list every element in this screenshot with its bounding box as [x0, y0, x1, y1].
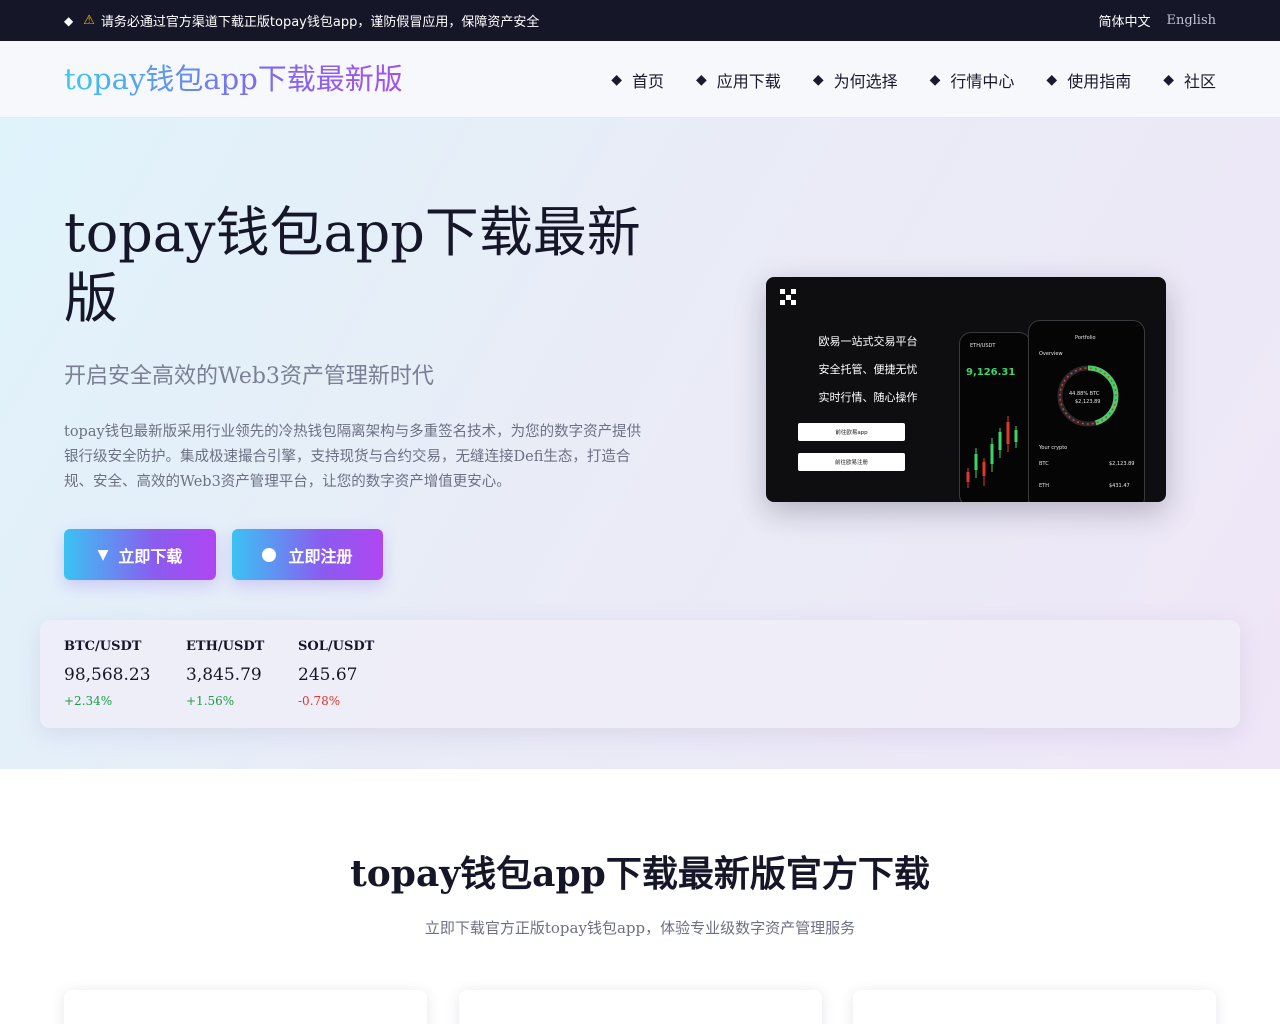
download-section-title: topay钱包app下载最新版官方下载 [350, 853, 930, 895]
crypto-row-coin: ETH [1039, 483, 1049, 489]
download-card[interactable] [853, 990, 1216, 1024]
phone-pair: ETH/USDT [970, 343, 996, 349]
ticker-item-eth[interactable]: ETH/USDT 3,845.79 +1.56% [186, 638, 264, 710]
phone-title: Portfolio [1075, 335, 1096, 341]
top-notice-bar: ◆ ⚠ 请务必通过官方渠道下载正版topay钱包app，谨防假冒应用，保障资产安… [0, 0, 1280, 41]
phone-mockup-portfolio: Portfolio Overview 44.88% BTC $2,123.89 … [1028, 320, 1145, 502]
diamond-icon: ◆ [696, 71, 707, 88]
ticker-pair: ETH/USDT [186, 639, 265, 654]
ticker-item-sol[interactable]: SOL/USDT 245.67 -0.78% [298, 638, 374, 710]
diamond-icon: ◆ [929, 71, 941, 88]
site-header: topay钱包app下载最新版 ◆ 首页 ◆ 应用下载 ◆ 为何选择 ◆ 行情中心 ◆ 使… [0, 41, 1280, 118]
ticker-change: +2.34% [64, 694, 113, 708]
your-crypto-label: Your crypto [1039, 445, 1068, 451]
register-button-label: 立即注册 [288, 546, 353, 566]
nav-label: 首页 [632, 71, 665, 91]
promo-register-button: 前往欧易注册 [798, 453, 905, 471]
hero-title: topay钱包app下载最新版 [64, 201, 641, 330]
nav-label: 社区 [1183, 71, 1216, 91]
circle-icon [262, 547, 277, 562]
register-button[interactable]: 立即注册 [232, 529, 383, 580]
market-ticker: BTC/USDT 98,568.23 +2.34% ETH/USDT 3,845… [40, 620, 1240, 728]
nav-label: 行情中心 [950, 71, 1015, 91]
ticker-change: +1.56% [186, 694, 235, 708]
app-promo-image: 欧易一站式交易平台 安全托管、便捷无忧 实时行情、随心操作 前往欧易app 前往… [766, 277, 1166, 502]
download-card[interactable] [64, 990, 427, 1024]
hero-description: topay钱包最新版采用行业领先的冷热钱包隔离架构与多重签名技术，为您的数字资产… [64, 424, 642, 490]
nav-label: 为何选择 [833, 71, 898, 91]
diamond-icon: ◆ [812, 71, 824, 88]
phone-price: 9,126.31 [966, 367, 1016, 378]
ticker-pair: SOL/USDT [298, 639, 375, 654]
nav-item-home[interactable]: ◆ 首页 [611, 68, 664, 92]
nav-item-guide[interactable]: ◆ 使用指南 [1046, 68, 1131, 92]
nav-label: 使用指南 [1067, 71, 1132, 91]
site-logo[interactable]: topay钱包app下载最新版 [64, 59, 403, 99]
promo-line: 实时行情、随心操作 [818, 391, 918, 404]
diamond-icon: ◆ [64, 13, 74, 28]
notice-text: 请务必通过官方渠道下载正版topay钱包app，谨防假冒应用，保障资产安全 [100, 15, 540, 30]
promo-line: 安全托管、便捷无忧 [818, 363, 918, 376]
crypto-row-value: $2,123.89 [1109, 461, 1135, 467]
diamond-icon: ◆ [1046, 71, 1058, 88]
crypto-row-value: $431.47 [1109, 483, 1130, 489]
portfolio-ring-value: $2,123.89 [1075, 399, 1101, 405]
ticker-pair: BTC/USDT [64, 639, 142, 654]
promo-app-button: 前往欧易app [798, 423, 905, 441]
security-notice: ◆ ⚠ 请务必通过官方渠道下载正版topay钱包app，谨防假冒应用，保障资产安… [64, 0, 539, 41]
language-switcher: 简体中文 English [1082, 0, 1216, 41]
ticker-price: 3,845.79 [186, 665, 262, 685]
diamond-icon: ◆ [611, 71, 622, 88]
lang-en-link[interactable]: English [1166, 13, 1216, 28]
hero-subtitle: 开启安全高效的Web3资产管理新时代 [64, 364, 434, 389]
ticker-price: 98,568.23 [64, 665, 151, 685]
download-icon: ▼ [97, 546, 109, 563]
okx-logo-icon [780, 289, 796, 305]
candlestick-chart-graphic [966, 416, 1018, 488]
main-nav: ◆ 首页 ◆ 应用下载 ◆ 为何选择 ◆ 行情中心 ◆ 使用指南 ◆ 社区 [579, 41, 1216, 118]
download-section-subtitle: 立即下载官方正版topay钱包app，体验专业级数字资产管理服务 [424, 919, 856, 937]
promo-line: 欧易一站式交易平台 [818, 335, 918, 348]
promo-text: 欧易一站式交易平台 安全托管、便捷无忧 实时行情、随心操作 [798, 333, 938, 417]
nav-item-download[interactable]: ◆ 应用下载 [696, 68, 781, 92]
warning-icon: ⚠ [83, 13, 95, 28]
nav-item-market[interactable]: ◆ 行情中心 [930, 68, 1015, 92]
crypto-row-coin: BTC [1039, 461, 1049, 467]
ticker-price: 245.67 [298, 665, 358, 685]
diamond-icon: ◆ [1163, 71, 1174, 88]
download-card[interactable] [459, 990, 822, 1024]
portfolio-ring-label: 44.88% BTC [1069, 391, 1100, 397]
ticker-change: -0.78% [298, 694, 341, 708]
nav-item-community[interactable]: ◆ 社区 [1163, 68, 1216, 92]
download-button-label: 立即下载 [118, 546, 183, 566]
nav-item-why[interactable]: ◆ 为何选择 [813, 68, 898, 92]
phone-mockup-chart: ETH/USDT 9,126.31 [959, 332, 1031, 502]
ticker-item-btc[interactable]: BTC/USDT 98,568.23 +2.34% [64, 638, 151, 710]
nav-label: 应用下载 [716, 71, 781, 91]
lang-zh-link[interactable]: 简体中文 [1098, 11, 1150, 30]
download-button[interactable]: ▼ 立即下载 [64, 529, 216, 580]
phone-overview: Overview [1039, 351, 1063, 357]
